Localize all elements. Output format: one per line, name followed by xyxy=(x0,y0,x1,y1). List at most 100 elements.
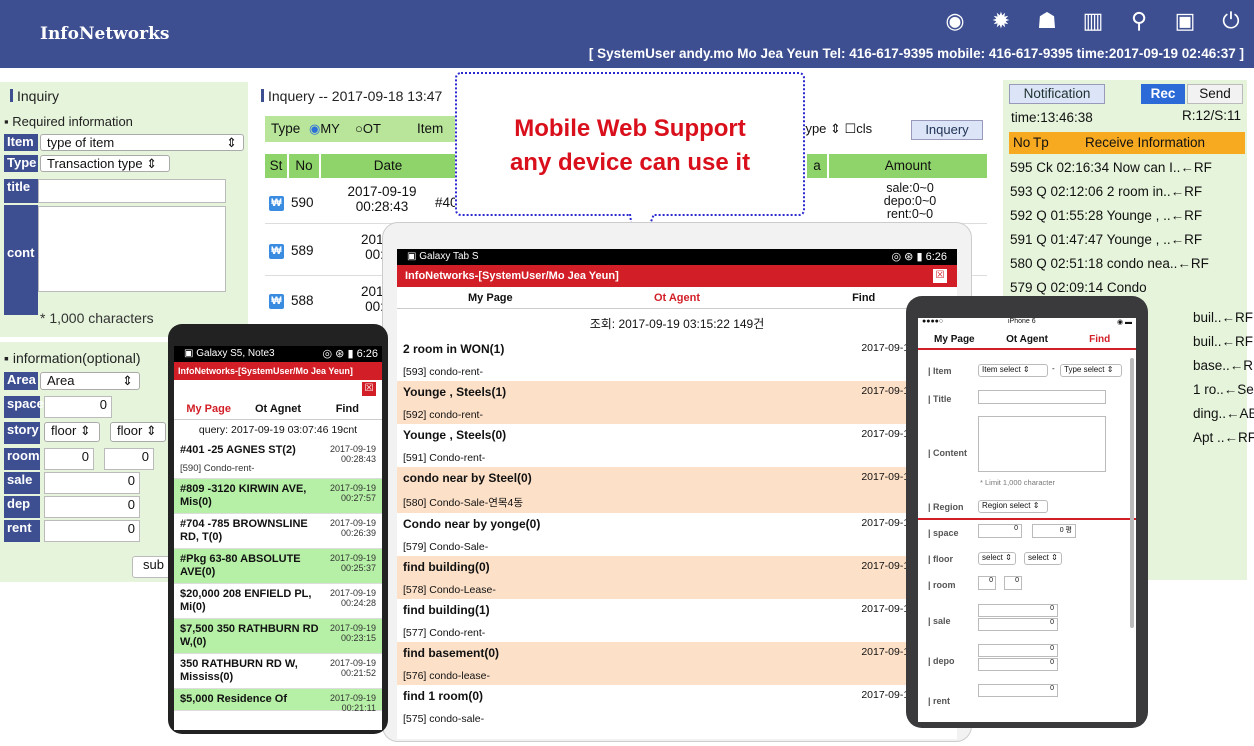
list-item[interactable]: find building(1)2017-09-19 13:59:0[577] … xyxy=(397,599,957,642)
inquery-button[interactable]: Inquery xyxy=(911,120,983,140)
notif-time: time:13:46:38 xyxy=(1011,110,1093,125)
tab-my-page[interactable]: My Page xyxy=(174,398,243,419)
search-icon[interactable]: ⚲ xyxy=(1126,8,1152,34)
notif-item[interactable]: base..←RF xyxy=(1193,354,1254,378)
tab-ot-agent[interactable]: Ot Agent xyxy=(991,330,1064,348)
room-input-2[interactable]: 0 xyxy=(104,448,154,470)
sale-input-2[interactable]: 0 xyxy=(978,618,1058,631)
list-item[interactable]: 350 RATHBURN RD W, Mississ(0) 2017-09-19 0… xyxy=(174,654,382,689)
col-st[interactable]: St xyxy=(265,154,287,178)
notif-item[interactable]: Apt ..←RF xyxy=(1193,426,1254,450)
my-radio[interactable]: ◉MY xyxy=(309,121,340,137)
notif-header: No Tp Receive Information xyxy=(1009,132,1245,154)
content-textarea[interactable] xyxy=(978,416,1106,472)
col-no[interactable]: No xyxy=(289,154,319,178)
notif-item[interactable]: 592 Q 01:55:28 Younge , ..←RF xyxy=(1003,204,1247,228)
list-item[interactable]: #401 -25 AGNES ST(2) 2017-09-19 00:28:43 [5… xyxy=(174,440,382,479)
room-input-2[interactable]: 0 xyxy=(1004,576,1022,590)
item-date: 2017-09-19 00:23:15 xyxy=(329,623,376,643)
close-icon[interactable]: ☒ xyxy=(362,382,376,396)
notif-item[interactable]: 591 Q 01:47:47 Younge , ..←RF xyxy=(1003,228,1247,252)
list-item[interactable]: find basement(0)2017-09-19 13:54:4[576] … xyxy=(397,642,957,685)
scrollbar[interactable] xyxy=(1130,358,1134,628)
floor-select-2[interactable]: floor ⇕ xyxy=(110,422,166,442)
list-item[interactable]: condo near by Steel(0)2017-09-19 02:51:1… xyxy=(397,467,957,513)
item-date: 2017-09-19 00:21:52 xyxy=(329,658,376,678)
type-label: Type xyxy=(4,155,38,172)
item-sub: [591] Condo-rent- xyxy=(403,452,486,464)
iphone-screen: ●●●●○ iPhone 6 ◉ ▬ My Page Ot Agent Find |… xyxy=(918,318,1136,722)
item-title: #704 -785 BROWNSLINE RD, T(0) xyxy=(180,518,308,543)
room-input[interactable]: 0 xyxy=(44,448,94,470)
floor-select-1[interactable]: select ⇕ xyxy=(978,552,1016,565)
col-date[interactable]: Date xyxy=(321,154,455,178)
dep-input[interactable]: 0 xyxy=(44,496,140,518)
app-logo[interactable]: InfoNetworks xyxy=(40,24,169,44)
story-label: story xyxy=(4,422,40,444)
type-select[interactable]: Transaction type ⇕ xyxy=(40,155,170,172)
rec-tab[interactable]: Rec xyxy=(1141,84,1185,104)
ot-radio[interactable]: ○OT xyxy=(355,121,381,136)
list-item[interactable]: #Pkg 63-80 ABSOLUTE AVE(0) 2017-09-19 00:2… xyxy=(174,549,382,584)
region-select[interactable]: Region select ⇕ xyxy=(978,500,1048,513)
tab-find[interactable]: Find xyxy=(313,398,382,419)
list-item[interactable]: $20,000 208 ENFIELD PL, Mi(0) 2017-09-19 0… xyxy=(174,584,382,619)
window-icon[interactable]: ▣ xyxy=(1172,8,1198,34)
col-a[interactable]: a xyxy=(807,154,827,178)
user-info: [ SystemUser andy.mo Mo Jea Yeun Tel: 41… xyxy=(588,46,1244,61)
power-icon[interactable]: ⏻ xyxy=(1218,8,1244,34)
col-amount[interactable]: Amount xyxy=(829,154,987,178)
list-item[interactable]: find 1 room(0)2017-09-19 13:52:4Se[575] … xyxy=(397,685,957,728)
notif-list: 595 Ck 02:16:34 Now can I..←RF 593 Q 02:… xyxy=(1003,156,1247,300)
list-item[interactable]: Younge , Steels(0)2017-09-19 01:47:4[591… xyxy=(397,424,957,467)
notif-item[interactable]: ding..←ABC xyxy=(1193,402,1254,426)
notif-item[interactable]: buil..←RF xyxy=(1193,330,1253,354)
list-item[interactable]: #704 -785 BROWNSLINE RD, T(0) 2017-09-19 0… xyxy=(174,514,382,549)
list-item[interactable]: Younge , Steels(1)2017-09-19 01:55:2[592… xyxy=(397,381,957,424)
gear-icon[interactable]: ✹ xyxy=(988,8,1014,34)
rent-input[interactable]: 0 xyxy=(978,684,1058,697)
rent-input[interactable]: 0 xyxy=(44,520,140,542)
send-tab[interactable]: Send xyxy=(1187,84,1243,104)
depo-input[interactable]: 0 xyxy=(978,644,1058,657)
floor-select-2[interactable]: select ⇕ xyxy=(1024,552,1062,565)
type-select[interactable]: Type select ⇕ xyxy=(1060,364,1122,377)
building-icon[interactable]: ▥ xyxy=(1080,8,1106,34)
title-input[interactable] xyxy=(978,390,1106,404)
tab-my-page[interactable]: My Page xyxy=(918,330,991,348)
notif-item[interactable]: 1 ro..←Seol xyxy=(1193,378,1254,402)
notif-item[interactable]: 593 Q 02:12:06 2 room in..←RF xyxy=(1003,180,1247,204)
space-input-2[interactable]: 0 평 xyxy=(1032,524,1076,538)
depo-input-2[interactable]: 0 xyxy=(978,658,1058,671)
list-item[interactable]: Condo near by yonge(0)2017-09-19 02:09:1… xyxy=(397,513,957,556)
sale-input[interactable]: 0 xyxy=(44,472,140,494)
list-item[interactable]: $5,000 Residence Of 2017-09-19 00:21:11 xyxy=(174,689,382,713)
submit-button[interactable]: sub xyxy=(132,556,172,578)
content-textarea[interactable] xyxy=(38,206,226,292)
tab-ot-agent[interactable]: Ot Agent xyxy=(584,287,771,308)
space-input[interactable]: 0 xyxy=(44,396,112,418)
users-icon[interactable]: ☗ xyxy=(1034,8,1060,34)
room-input[interactable]: 0 xyxy=(978,576,996,590)
item-select[interactable]: type of item ⇕ xyxy=(40,134,244,151)
list-item[interactable]: 2 room in WON(1)2017-09-19 02:12:0[593] … xyxy=(397,338,957,381)
list-item[interactable]: $7,500 350 RATHBURN RD W,(0) 2017-09-19 00… xyxy=(174,619,382,654)
list-item[interactable]: find building(0)2017-09-19 14:30:0[578] … xyxy=(397,556,957,599)
notification-button[interactable]: Notification xyxy=(1009,84,1105,104)
tab-find[interactable]: Find xyxy=(1063,330,1136,348)
sound-icon[interactable]: ◉ xyxy=(942,8,968,34)
item-select[interactable]: Item select ⇕ xyxy=(978,364,1048,377)
space-input[interactable]: 0 xyxy=(978,524,1022,538)
notif-item[interactable]: buil..←RF xyxy=(1193,306,1253,330)
notif-item[interactable]: 580 Q 02:51:18 condo nea..←RF xyxy=(1003,252,1247,276)
iphone-status: ●●●●○ iPhone 6 ◉ ▬ xyxy=(922,318,1132,326)
area-select[interactable]: Area ⇕ xyxy=(40,372,140,390)
inquiry-title: Inquiry xyxy=(10,88,59,104)
list-item[interactable]: #809 -3120 KIRWIN AVE, Mis(0) 2017-09-19 0… xyxy=(174,479,382,514)
tab-ot-agnet[interactable]: Ot Agnet xyxy=(243,398,312,419)
notif-item[interactable]: 595 Ck 02:16:34 Now can I..←RF xyxy=(1003,156,1247,180)
floor-select-1[interactable]: floor ⇕ xyxy=(44,422,100,442)
sale-input[interactable]: 0 xyxy=(978,604,1058,617)
title-input[interactable] xyxy=(38,179,226,203)
tab-my-page[interactable]: My Page xyxy=(397,287,584,308)
